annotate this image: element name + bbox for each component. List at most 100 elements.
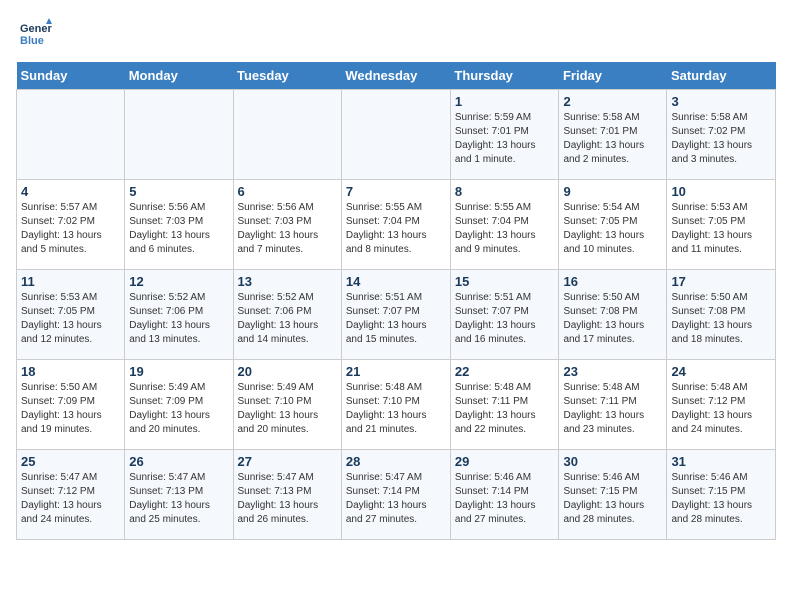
calendar-cell: 27Sunrise: 5:47 AM Sunset: 7:13 PM Dayli… — [233, 450, 341, 540]
day-number: 17 — [671, 274, 771, 289]
day-number: 6 — [238, 184, 337, 199]
day-header-thursday: Thursday — [450, 62, 559, 90]
calendar-cell: 22 Sunrise: 5:48 AM Sunset: 7:11 PM Dayli… — [450, 360, 559, 450]
day-info: Sunrise: 5:57 AM Sunset: 7:02 PM Dayligh… — [21, 201, 120, 257]
day-info: Sunrise: 5:56 AM Sunset: 7:03 PM Dayligh… — [238, 201, 337, 257]
day-number: 9 — [563, 184, 662, 199]
day-number: 15 — [455, 274, 555, 289]
day-info: Sunrise: 5:58 AM Sunset: 7:02 PM Dayligh… — [671, 111, 771, 167]
day-info: Sunrise: 5:48 AM Sunset: 7:11 PM Dayligh… — [455, 381, 555, 437]
calendar-cell — [341, 90, 450, 180]
day-number: 4 — [21, 184, 120, 199]
calendar-cell: 11 Sunrise: 5:53 AM Sunset: 7:05 PM Dayli… — [17, 270, 125, 360]
day-info: Sunrise: 5:51 AM Sunset: 7:07 PM Dayligh… — [455, 291, 555, 347]
day-header-sunday: Sunday — [17, 62, 125, 90]
day-number: 1 — [455, 94, 555, 109]
week-row-3: 11 Sunrise: 5:53 AM Sunset: 7:05 PM Dayli… — [17, 270, 776, 360]
day-number: 31 — [671, 454, 771, 469]
svg-text:General: General — [20, 23, 52, 35]
calendar-cell: 3Sunrise: 5:58 AM Sunset: 7:02 PM Daylig… — [667, 90, 776, 180]
header: General Blue — [16, 16, 776, 52]
day-number: 10 — [671, 184, 771, 199]
week-row-2: 4 Sunrise: 5:57 AM Sunset: 7:02 PM Daylig… — [17, 180, 776, 270]
day-number: 8 — [455, 184, 555, 199]
day-info: Sunrise: 5:56 AM Sunset: 7:03 PM Dayligh… — [129, 201, 228, 257]
day-info: Sunrise: 5:50 AM Sunset: 7:08 PM Dayligh… — [671, 291, 771, 347]
calendar-cell: 14 Sunrise: 5:51 AM Sunset: 7:07 PM Dayli… — [341, 270, 450, 360]
day-info: Sunrise: 5:48 AM Sunset: 7:12 PM Dayligh… — [671, 381, 771, 437]
day-number: 14 — [346, 274, 446, 289]
calendar-cell: 8 Sunrise: 5:55 AM Sunset: 7:04 PM Daylig… — [450, 180, 559, 270]
calendar-cell: 31Sunrise: 5:46 AM Sunset: 7:15 PM Dayli… — [667, 450, 776, 540]
calendar-cell: 10 Sunrise: 5:53 AM Sunset: 7:05 PM Dayli… — [667, 180, 776, 270]
calendar-cell: 1 Sunrise: 5:59 AM Sunset: 7:01 PM Daylig… — [450, 90, 559, 180]
day-number: 12 — [129, 274, 228, 289]
day-number: 30 — [563, 454, 662, 469]
day-info: Sunrise: 5:55 AM Sunset: 7:04 PM Dayligh… — [455, 201, 555, 257]
calendar-cell: 25 Sunrise: 5:47 AM Sunset: 7:12 PM Dayli… — [17, 450, 125, 540]
day-info: Sunrise: 5:47 AM Sunset: 7:13 PM Dayligh… — [129, 471, 228, 527]
day-info: Sunrise: 5:59 AM Sunset: 7:01 PM Dayligh… — [455, 111, 555, 167]
calendar-cell — [233, 90, 341, 180]
day-number: 28 — [346, 454, 446, 469]
calendar-cell: 18Sunrise: 5:50 AM Sunset: 7:09 PM Dayli… — [17, 360, 125, 450]
week-row-5: 25 Sunrise: 5:47 AM Sunset: 7:12 PM Dayli… — [17, 450, 776, 540]
calendar-cell: 30 Sunrise: 5:46 AM Sunset: 7:15 PM Dayli… — [559, 450, 667, 540]
day-header-friday: Friday — [559, 62, 667, 90]
calendar-cell: 6 Sunrise: 5:56 AM Sunset: 7:03 PM Daylig… — [233, 180, 341, 270]
calendar-cell: 21Sunrise: 5:48 AM Sunset: 7:10 PM Dayli… — [341, 360, 450, 450]
calendar-cell: 2 Sunrise: 5:58 AM Sunset: 7:01 PM Daylig… — [559, 90, 667, 180]
calendar-cell: 16 Sunrise: 5:50 AM Sunset: 7:08 PM Dayli… — [559, 270, 667, 360]
day-info: Sunrise: 5:47 AM Sunset: 7:12 PM Dayligh… — [21, 471, 120, 527]
calendar-cell: 19 Sunrise: 5:49 AM Sunset: 7:09 PM Dayli… — [125, 360, 233, 450]
calendar-cell: 26 Sunrise: 5:47 AM Sunset: 7:13 PM Dayli… — [125, 450, 233, 540]
day-number: 22 — [455, 364, 555, 379]
day-number: 19 — [129, 364, 228, 379]
week-row-1: 1 Sunrise: 5:59 AM Sunset: 7:01 PM Daylig… — [17, 90, 776, 180]
day-info: Sunrise: 5:52 AM Sunset: 7:06 PM Dayligh… — [238, 291, 337, 347]
calendar-cell: 13 Sunrise: 5:52 AM Sunset: 7:06 PM Dayli… — [233, 270, 341, 360]
day-info: Sunrise: 5:53 AM Sunset: 7:05 PM Dayligh… — [21, 291, 120, 347]
day-header-wednesday: Wednesday — [341, 62, 450, 90]
week-row-4: 18Sunrise: 5:50 AM Sunset: 7:09 PM Dayli… — [17, 360, 776, 450]
calendar-cell: 23 Sunrise: 5:48 AM Sunset: 7:11 PM Dayli… — [559, 360, 667, 450]
day-info: Sunrise: 5:58 AM Sunset: 7:01 PM Dayligh… — [563, 111, 662, 167]
calendar-cell: 5 Sunrise: 5:56 AM Sunset: 7:03 PM Daylig… — [125, 180, 233, 270]
day-info: Sunrise: 5:49 AM Sunset: 7:09 PM Dayligh… — [129, 381, 228, 437]
day-number: 29 — [455, 454, 555, 469]
calendar-cell — [17, 90, 125, 180]
day-header-tuesday: Tuesday — [233, 62, 341, 90]
calendar-cell: 29 Sunrise: 5:46 AM Sunset: 7:14 PM Dayli… — [450, 450, 559, 540]
day-number: 23 — [563, 364, 662, 379]
day-info: Sunrise: 5:50 AM Sunset: 7:08 PM Dayligh… — [563, 291, 662, 347]
days-header-row: SundayMondayTuesdayWednesdayThursdayFrid… — [17, 62, 776, 90]
day-info: Sunrise: 5:55 AM Sunset: 7:04 PM Dayligh… — [346, 201, 446, 257]
day-number: 5 — [129, 184, 228, 199]
day-info: Sunrise: 5:49 AM Sunset: 7:10 PM Dayligh… — [238, 381, 337, 437]
logo-icon: General Blue — [16, 16, 52, 52]
day-info: Sunrise: 5:48 AM Sunset: 7:11 PM Dayligh… — [563, 381, 662, 437]
day-info: Sunrise: 5:51 AM Sunset: 7:07 PM Dayligh… — [346, 291, 446, 347]
day-number: 2 — [563, 94, 662, 109]
calendar-cell: 15 Sunrise: 5:51 AM Sunset: 7:07 PM Dayli… — [450, 270, 559, 360]
day-info: Sunrise: 5:46 AM Sunset: 7:14 PM Dayligh… — [455, 471, 555, 527]
day-info: Sunrise: 5:47 AM Sunset: 7:14 PM Dayligh… — [346, 471, 446, 527]
day-number: 16 — [563, 274, 662, 289]
calendar-cell: 12 Sunrise: 5:52 AM Sunset: 7:06 PM Dayli… — [125, 270, 233, 360]
day-number: 26 — [129, 454, 228, 469]
day-number: 25 — [21, 454, 120, 469]
day-info: Sunrise: 5:54 AM Sunset: 7:05 PM Dayligh… — [563, 201, 662, 257]
day-number: 27 — [238, 454, 337, 469]
day-info: Sunrise: 5:53 AM Sunset: 7:05 PM Dayligh… — [671, 201, 771, 257]
day-info: Sunrise: 5:52 AM Sunset: 7:06 PM Dayligh… — [129, 291, 228, 347]
calendar-cell: 17 Sunrise: 5:50 AM Sunset: 7:08 PM Dayli… — [667, 270, 776, 360]
day-number: 11 — [21, 274, 120, 289]
day-info: Sunrise: 5:46 AM Sunset: 7:15 PM Dayligh… — [563, 471, 662, 527]
day-number: 24 — [671, 364, 771, 379]
day-info: Sunrise: 5:50 AM Sunset: 7:09 PM Dayligh… — [21, 381, 120, 437]
svg-text:Blue: Blue — [20, 35, 44, 47]
day-number: 13 — [238, 274, 337, 289]
day-number: 7 — [346, 184, 446, 199]
day-number: 20 — [238, 364, 337, 379]
calendar-table: SundayMondayTuesdayWednesdayThursdayFrid… — [16, 62, 776, 540]
